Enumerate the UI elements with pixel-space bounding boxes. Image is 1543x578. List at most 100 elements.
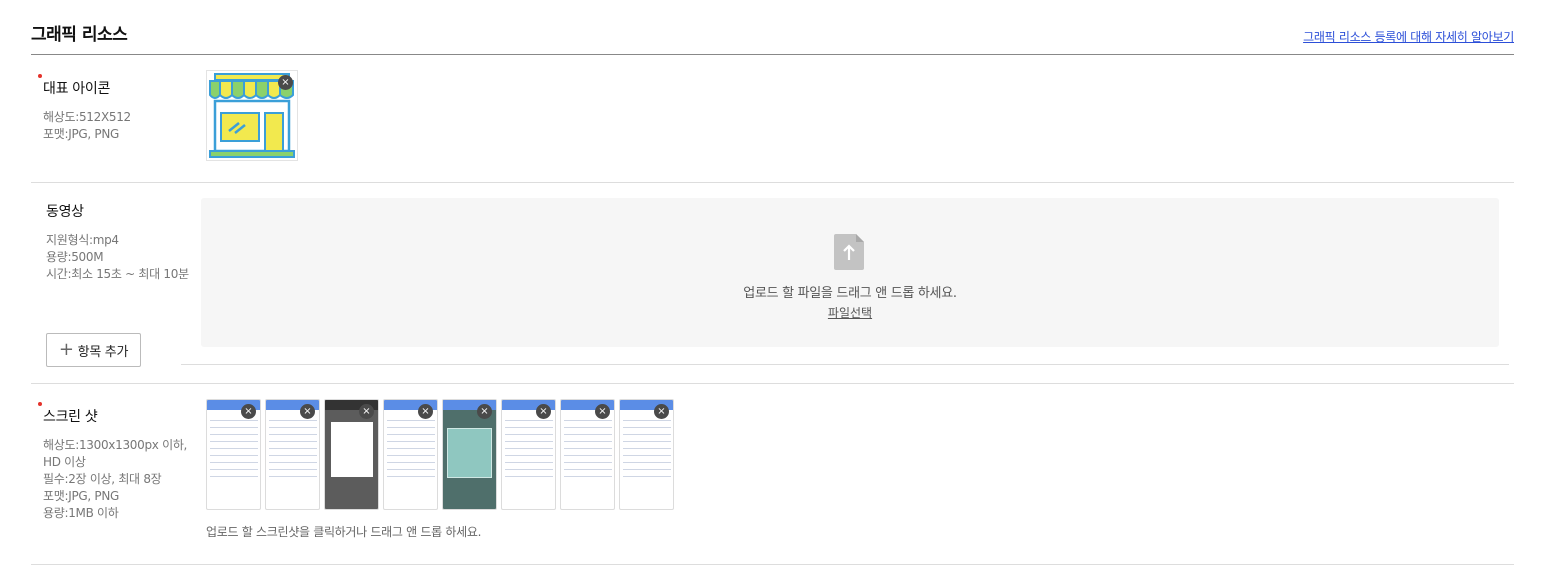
screenshots-spec-size: 용량:1MB 이하 [43,506,119,520]
thumbnail-row [210,441,258,442]
required-marker [38,74,42,78]
thumbnail-row [387,448,435,449]
thumbnail-row [387,434,435,435]
file-upload-icon [834,234,864,270]
thumbnail-row [505,434,553,435]
thumbnail-row [505,469,553,470]
thumbnail-row [387,427,435,428]
screenshots-spec-format: 포맷:JPG, PNG [43,489,120,503]
help-link[interactable]: 그래픽 리소스 등록에 대해 자세히 알아보기 [1303,28,1514,45]
video-spec-format: 지원형식:mp4 [46,233,119,247]
thumbnail-row [269,448,317,449]
thumbnail-row [269,476,317,477]
video-label-column: 동영상 지원형식:mp4 용량:500M 시간:최소 15초 ~ 최대 10분 [46,201,189,283]
thumbnail-row [505,420,553,421]
thumbnail-row [387,469,435,470]
remove-screenshot-button[interactable]: × [595,404,610,419]
thumbnail-row [564,455,612,456]
thumbnail-row [269,427,317,428]
app-icon-preview[interactable]: × [206,70,298,161]
thumbnail-row [387,455,435,456]
thumbnail-row [269,441,317,442]
dropzone-instruction: 업로드 할 파일을 드래그 앤 드롭 하세요. [743,286,957,301]
file-select-link[interactable]: 파일선택 [828,306,872,320]
screenshots-spec-resolution-min: HD 이상 [43,455,86,469]
icon-spec-resolution: 해상도:512X512 [43,110,131,124]
thumbnail-row [210,469,258,470]
screenshot-thumbnail[interactable]: × [501,399,556,510]
icon-specs: 해상도:512X512 포맷:JPG, PNG [43,109,131,143]
screenshot-thumbnail[interactable]: × [383,399,438,510]
thumbnail-row [564,469,612,470]
thumbnail-row [623,427,671,428]
video-section: 동영상 지원형식:mp4 용량:500M 시간:최소 15초 ~ 최대 10분 … [31,183,1514,384]
screenshot-thumbnail[interactable]: × [560,399,615,510]
screenshots-label-column: 스크린 샷 해상도:1300x1300px 이하, HD 이상 필수:2장 이상… [38,402,187,522]
thumbnail-row [623,434,671,435]
remove-screenshot-button[interactable]: × [477,404,492,419]
thumbnail-row [623,420,671,421]
thumbnail-row [210,420,258,421]
thumbnail-row [564,420,612,421]
icon-spec-format: 포맷:JPG, PNG [43,127,120,141]
thumbnail-row [564,441,612,442]
remove-screenshot-button[interactable]: × [241,404,256,419]
thumbnail-row [210,448,258,449]
screenshot-thumbnail[interactable]: × [206,399,261,510]
remove-screenshot-button[interactable]: × [536,404,551,419]
thumbnail-row [269,462,317,463]
video-dropzone[interactable]: 업로드 할 파일을 드래그 앤 드롭 하세요. 파일선택 [201,198,1499,347]
thumbnail-modal [331,422,373,477]
thumbnail-row [387,441,435,442]
icon-label-column: 대표 아이콘 해상도:512X512 포맷:JPG, PNG [38,74,131,143]
screenshot-thumbnail[interactable]: × [619,399,674,510]
thumbnail-row [623,469,671,470]
thumbnail-row [269,420,317,421]
plus-icon: + [58,339,74,360]
video-section-label: 동영상 [46,204,84,220]
thumbnail-row [564,448,612,449]
thumbnail-row [505,455,553,456]
add-item-button[interactable]: + 항목 추가 [46,333,141,367]
thumbnail-row [505,448,553,449]
remove-screenshot-button[interactable]: × [300,404,315,419]
screenshots-spec-resolution: 해상도:1300x1300px 이하, [43,438,188,452]
thumbnail-row [269,455,317,456]
screenshot-thumbnail[interactable]: × [265,399,320,510]
thumbnail-row [387,476,435,477]
section-header: 그래픽 리소스 그래픽 리소스 등록에 대해 자세히 알아보기 [31,0,1514,55]
thumbnail-row [387,462,435,463]
screenshots-hint: 업로드 할 스크린샷을 클릭하거나 드래그 앤 드롭 하세요. [206,525,482,539]
thumbnail-row [564,462,612,463]
thumbnail-row [564,476,612,477]
remove-screenshot-button[interactable]: × [418,404,433,419]
remove-screenshot-button[interactable]: × [359,404,374,419]
screenshots-section-label: 스크린 샷 [43,409,98,425]
thumbnail-row [210,434,258,435]
screenshots-section: 스크린 샷 해상도:1300x1300px 이하, HD 이상 필수:2장 이상… [31,384,1514,565]
thumbnail-row [210,455,258,456]
video-specs: 지원형식:mp4 용량:500M 시간:최소 15초 ~ 최대 10분 [46,232,189,283]
thumbnail-row [505,441,553,442]
thumbnail-row [210,427,258,428]
thumbnail-row [623,462,671,463]
required-marker [38,402,42,406]
add-item-label: 항목 추가 [77,344,129,360]
thumbnail-row [210,476,258,477]
video-spec-duration: 시간:최소 15초 ~ 최대 10분 [46,267,189,281]
icon-section-label: 대표 아이콘 [43,81,111,97]
video-row-divider [181,364,1509,365]
screenshot-thumbnail[interactable]: × [442,399,497,510]
thumbnail-row [623,441,671,442]
screenshot-thumbnail[interactable]: × [324,399,379,510]
screenshots-spec-count: 필수:2장 이상, 최대 8장 [43,472,162,486]
thumbnail-row [564,427,612,428]
screenshots-specs: 해상도:1300x1300px 이하, HD 이상 필수:2장 이상, 최대 8… [43,437,187,522]
remove-screenshot-button[interactable]: × [654,404,669,419]
thumbnail-row [210,462,258,463]
file-select-link-wrap: 파일선택 [201,304,1499,321]
thumbnail-row [623,448,671,449]
remove-icon-button[interactable]: × [278,75,293,90]
thumbnail-photo [447,428,492,478]
thumbnail-row [623,476,671,477]
